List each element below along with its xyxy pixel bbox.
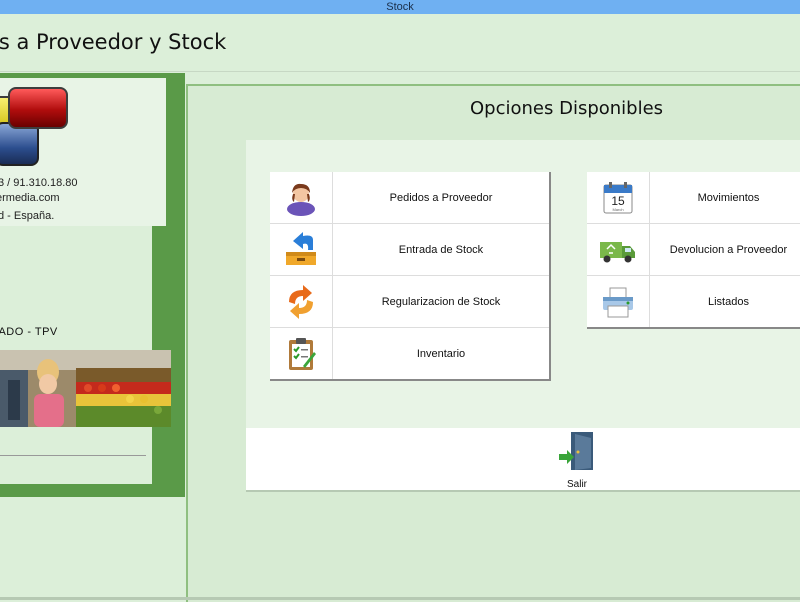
left-panel-divider [0,455,146,456]
exit-door-icon [557,432,597,476]
company-phone: 3 / 91.310.18.80 [0,177,78,189]
window-titlebar: Stock [0,0,800,14]
clipboard-icon [270,328,333,379]
listados-button[interactable]: Listados [587,276,800,327]
logo-red-block [8,87,68,129]
calendar-icon: 15 March [587,172,650,223]
entrada-stock-button[interactable]: Entrada de Stock [270,224,549,276]
options-right-group: 15 March Movimientos Devolucion a Provee… [587,172,800,329]
person-icon [270,172,333,223]
bottom-bar: Salir [246,428,800,492]
salir-button[interactable]: Salir [552,430,602,490]
window-title: Stock [386,1,414,13]
listados-label: Listados [708,295,749,308]
devolucion-proveedor-button[interactable]: Devolucion a Proveedor [587,224,800,276]
devolucion-proveedor-label: Devolucion a Proveedor [669,243,788,256]
tpv-label: CADO - TPV [0,326,58,338]
inventario-button[interactable]: Inventario [270,328,549,379]
calendar-day: 15 [611,194,625,208]
salir-label: Salir [566,479,587,490]
company-logo [0,84,80,168]
company-web: ermedia.com [0,192,60,204]
header-divider [0,71,800,72]
pedidos-proveedor-label: Pedidos a Proveedor [389,191,493,204]
inventario-label: Inventario [416,347,466,360]
page-title: os a Proveedor y Stock [0,30,227,54]
movimientos-button[interactable]: 15 March Movimientos [587,172,800,224]
movimientos-label: Movimientos [697,191,760,204]
entrada-stock-label: Entrada de Stock [398,243,484,256]
delivery-truck-icon [587,224,650,275]
company-city: d - España. [0,210,55,222]
options-left-group: Pedidos a Proveedor Entrada de Stock Reg… [270,172,551,381]
options-title: Opciones Disponibles [470,98,664,119]
refresh-arrows-icon [270,276,333,327]
pedidos-proveedor-button[interactable]: Pedidos a Proveedor [270,172,549,224]
regularizacion-stock-button[interactable]: Regularizacion de Stock [270,276,549,328]
calendar-month: March [612,207,623,212]
regularizacion-stock-label: Regularizacion de Stock [381,295,501,308]
printer-icon [587,276,650,327]
supermarket-photo [0,350,171,427]
stock-entry-icon [270,224,333,275]
